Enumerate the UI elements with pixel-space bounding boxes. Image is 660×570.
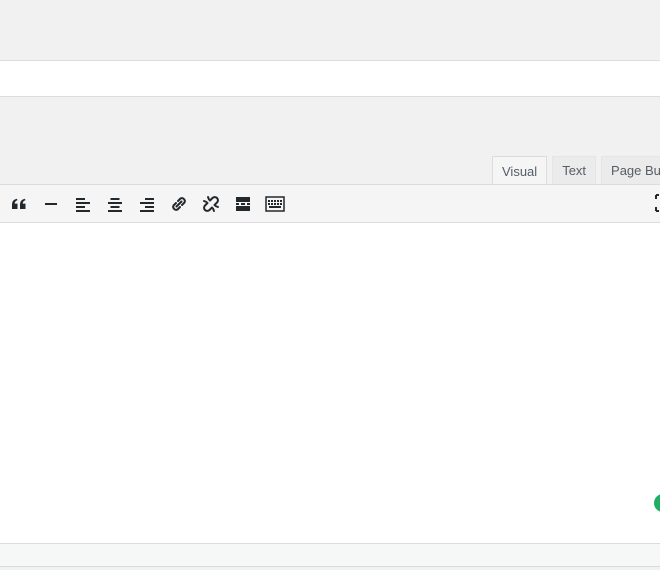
- editor-page: Visual Text Page Buil: [0, 0, 660, 570]
- horizontal-line-button[interactable]: [39, 193, 63, 215]
- align-right-icon: [140, 198, 154, 212]
- read-more-icon: [236, 197, 250, 211]
- toolbar-toggle-icon: [265, 196, 285, 212]
- insert-link-icon: [172, 197, 186, 211]
- align-center-icon: [108, 198, 122, 212]
- tab-text[interactable]: Text: [552, 156, 597, 184]
- tab-visual[interactable]: Visual: [492, 156, 548, 185]
- horizontal-line-icon: [45, 203, 57, 205]
- read-more-button[interactable]: [231, 193, 255, 215]
- remove-link-button[interactable]: [199, 193, 223, 215]
- editor-content-area[interactable]: [0, 223, 660, 543]
- blockquote-icon: [12, 198, 26, 209]
- editor-tabs: Visual Text Page Buil: [492, 156, 660, 185]
- remove-link-icon: [203, 196, 219, 212]
- title-input[interactable]: [0, 60, 660, 97]
- align-center-button[interactable]: [103, 193, 127, 215]
- editor-toolbar: [0, 184, 660, 223]
- align-left-button[interactable]: [71, 193, 95, 215]
- align-left-icon: [76, 198, 90, 212]
- toolbar-toggle-button[interactable]: [263, 193, 287, 215]
- fullscreen-icon[interactable]: [654, 194, 660, 212]
- editor-status-bar: [0, 543, 660, 567]
- insert-link-button[interactable]: [167, 193, 191, 215]
- tab-page-builder[interactable]: Page Buil: [601, 156, 660, 184]
- align-right-button[interactable]: [135, 193, 159, 215]
- blockquote-button[interactable]: [7, 193, 31, 215]
